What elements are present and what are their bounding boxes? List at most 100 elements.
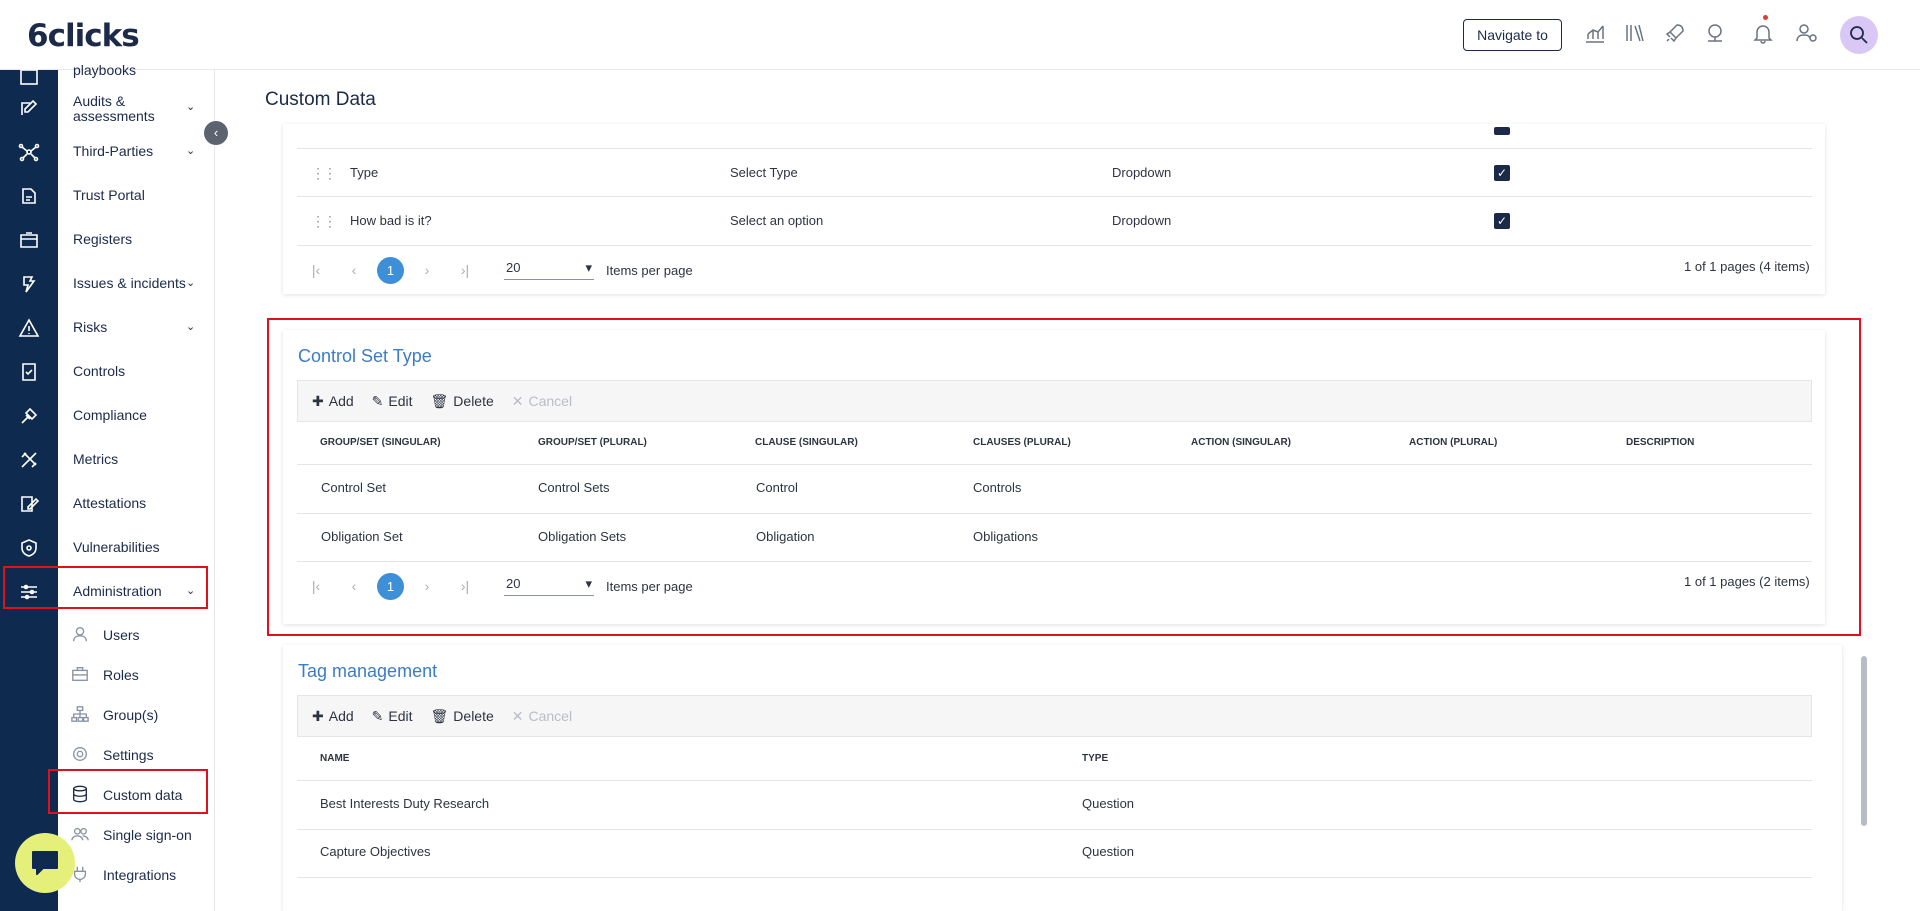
- chevron-down-icon[interactable]: ⌄: [186, 144, 195, 157]
- items-per-page-label: Items per page: [606, 262, 693, 278]
- caret-down-icon: ▾: [585, 260, 592, 275]
- third-parties-icon[interactable]: [15, 138, 43, 166]
- required-checkbox[interactable]: [1494, 127, 1510, 135]
- card-title: Tag management: [298, 661, 438, 681]
- rocket-icon[interactable]: [1662, 22, 1688, 48]
- pencil-icon: ✎: [371, 707, 384, 724]
- sidebar-item-playbooks[interactable]: playbooks: [73, 63, 136, 78]
- support-icon[interactable]: [1702, 22, 1728, 48]
- compliance-icon[interactable]: [15, 402, 43, 430]
- sidebar-item-vulnerabilities[interactable]: Vulnerabilities: [73, 540, 160, 555]
- audit-edit-icon[interactable]: [15, 94, 43, 122]
- sidebar-item-third-parties[interactable]: Third-Parties: [73, 144, 153, 159]
- table-cell: Best Interests Duty Research: [320, 796, 490, 811]
- app-logo[interactable]: 6clicks: [27, 18, 140, 54]
- required-checkbox[interactable]: ✓: [1494, 165, 1510, 181]
- delete-label: Delete: [453, 708, 494, 724]
- gear-icon: [70, 744, 90, 764]
- close-icon: ✕: [511, 707, 524, 724]
- add-button[interactable]: ✚ Add: [312, 708, 354, 725]
- top-bar: 6clicks Navigate to: [0, 0, 1920, 70]
- bell-icon[interactable]: [1750, 22, 1776, 48]
- library-icon[interactable]: [1622, 22, 1648, 48]
- drag-handle-icon[interactable]: ⋮⋮: [311, 213, 337, 230]
- sidebar-item-metrics[interactable]: Metrics: [73, 452, 118, 467]
- sidebar-subitem-groups[interactable]: Group(s): [103, 707, 158, 723]
- row-divider: [297, 877, 1812, 878]
- sidebar-item-issues[interactable]: Issues & incidents: [73, 276, 186, 291]
- row-divider: [297, 196, 1812, 197]
- row-divider: [297, 780, 1812, 781]
- pagination: |‹ ‹ 1 › ›| 20 ▾ Items per page: [297, 246, 693, 294]
- sidebar-subitem-sso[interactable]: Single sign-on: [103, 827, 192, 843]
- last-page-icon[interactable]: ›|: [446, 262, 484, 278]
- chevron-down-icon[interactable]: ⌄: [186, 100, 195, 113]
- sidebar-subitem-integrations[interactable]: Integrations: [103, 867, 176, 883]
- column-header[interactable]: TYPE: [1082, 753, 1108, 764]
- chevron-down-icon[interactable]: ⌄: [186, 276, 195, 289]
- page-number[interactable]: 1: [377, 256, 404, 284]
- sidebar-item-compliance[interactable]: Compliance: [73, 408, 147, 423]
- sidebar-item-controls[interactable]: Controls: [73, 364, 125, 379]
- sidebar-subitem-settings[interactable]: Settings: [103, 747, 154, 763]
- cancel-label: Cancel: [528, 708, 573, 724]
- notification-dot: [1763, 15, 1768, 20]
- prev-page-icon[interactable]: ‹: [335, 262, 373, 278]
- next-page-icon[interactable]: ›: [408, 262, 446, 278]
- issues-icon[interactable]: [15, 270, 43, 298]
- playbook-icon[interactable]: [15, 64, 43, 92]
- field-placeholder: Select Type: [730, 165, 798, 180]
- risks-icon[interactable]: [15, 314, 43, 342]
- sidebar-item-trust-portal[interactable]: Trust Portal: [73, 188, 145, 203]
- trash-icon: 🗑: [430, 707, 449, 724]
- pager-info: 1 of 1 pages (4 items): [1684, 259, 1810, 274]
- sidebar-item-attestations[interactable]: Attestations: [73, 496, 146, 511]
- edit-label: Edit: [388, 708, 413, 724]
- delete-button[interactable]: 🗑 Delete: [431, 708, 494, 725]
- attestations-icon[interactable]: [15, 490, 43, 518]
- user-settings-icon[interactable]: [1794, 22, 1820, 48]
- analytics-icon[interactable]: [1582, 22, 1608, 48]
- first-page-icon[interactable]: |‹: [297, 262, 335, 278]
- sidebar-item-risks[interactable]: Risks: [73, 320, 107, 335]
- global-search-icon[interactable]: [1840, 16, 1878, 54]
- plus-icon: ✚: [312, 707, 324, 724]
- trust-portal-icon[interactable]: [15, 182, 43, 210]
- table-cell: Capture Objectives: [320, 844, 431, 859]
- registers-icon[interactable]: [15, 226, 43, 254]
- required-checkbox[interactable]: ✓: [1494, 213, 1510, 229]
- sidebar-item-audits[interactable]: Audits & assessments: [73, 94, 155, 124]
- controls-icon[interactable]: [15, 358, 43, 386]
- users-icon: [70, 824, 90, 844]
- chevron-down-icon[interactable]: ⌄: [186, 320, 195, 333]
- column-header[interactable]: NAME: [320, 753, 349, 764]
- chat-icon: [32, 851, 58, 875]
- page-size-select[interactable]: 20 ▾: [504, 260, 594, 280]
- highlight-control-set-type: [267, 318, 1861, 636]
- collapse-sidebar-button[interactable]: ‹: [204, 121, 228, 145]
- sidebar-subitem-users[interactable]: Users: [103, 627, 140, 643]
- briefcase-icon: [70, 664, 90, 684]
- row-divider: [297, 829, 1812, 830]
- edit-button[interactable]: ✎ Edit: [372, 708, 413, 725]
- row-divider: [297, 148, 1812, 149]
- field-placeholder: Select an option: [730, 213, 824, 228]
- table-cell: Question: [1082, 844, 1135, 859]
- field-type: Dropdown: [1112, 213, 1172, 228]
- toolbar: ✚ Add ✎ Edit 🗑 Delete ✕ Cancel: [297, 695, 1812, 737]
- custom-fields-card: ⋮⋮ Type Select Type Dropdown ✓ ⋮⋮ How ba…: [283, 124, 1825, 294]
- chat-widget-button[interactable]: [15, 833, 75, 893]
- page-size-value: 20: [506, 260, 521, 275]
- cancel-button[interactable]: ✕ Cancel: [512, 708, 572, 725]
- add-label: Add: [328, 708, 354, 724]
- sidebar-subitem-roles[interactable]: Roles: [103, 667, 139, 683]
- metrics-icon[interactable]: [15, 446, 43, 474]
- drag-handle-icon[interactable]: ⋮⋮: [311, 165, 337, 182]
- field-name: Type: [350, 165, 379, 180]
- scrollbar-thumb[interactable]: [1861, 656, 1867, 826]
- highlight-custom-data: [48, 769, 208, 814]
- navigate-to-button[interactable]: Navigate to: [1463, 19, 1562, 51]
- hierarchy-icon: [70, 704, 90, 724]
- sidebar-item-registers[interactable]: Registers: [73, 232, 132, 247]
- vulnerabilities-icon[interactable]: [15, 534, 43, 562]
